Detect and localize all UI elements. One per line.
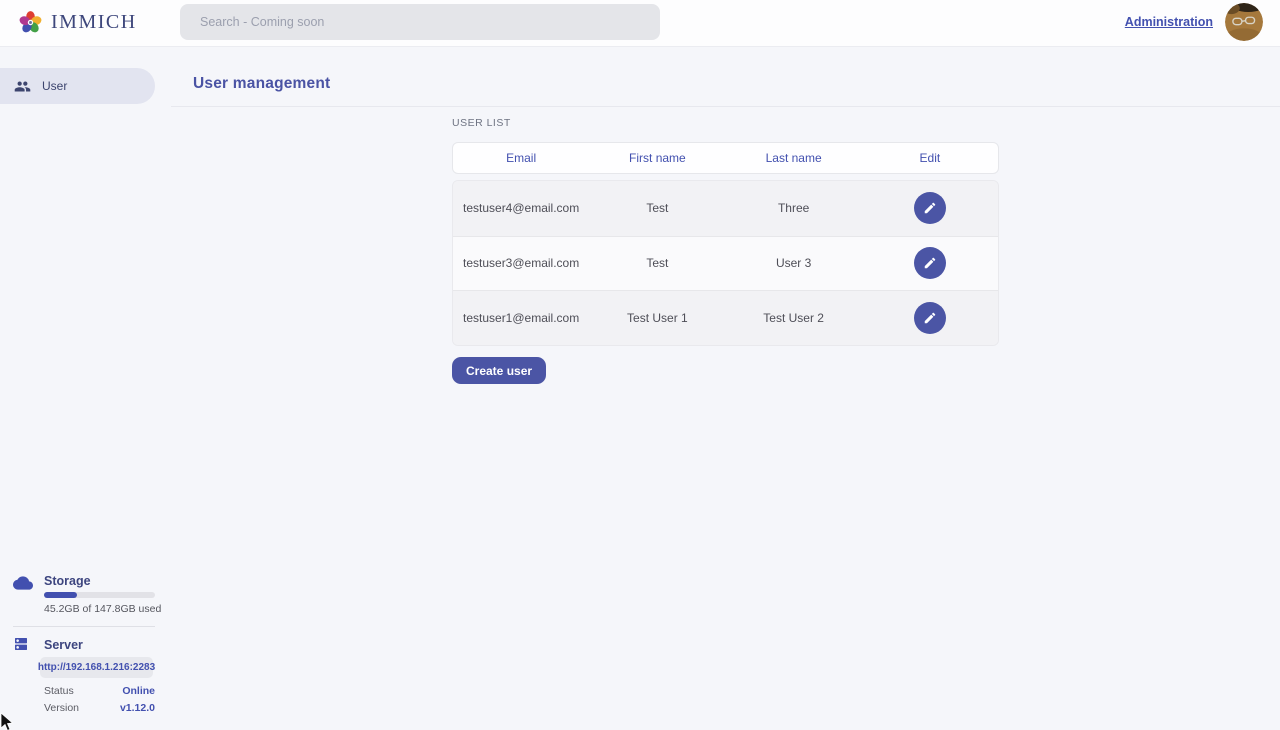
column-header-first-name: First name xyxy=(589,143,725,173)
immich-wordmark: IMMICH xyxy=(51,11,137,34)
edit-user-button[interactable] xyxy=(914,192,946,224)
cloud-icon xyxy=(13,573,33,598)
server-version-row: Version v1.12.0 xyxy=(44,702,155,714)
immich-admin-screen: IMMICH Administration xyxy=(0,0,1280,730)
server-url-badge: http://192.168.1.216:2283 xyxy=(40,657,153,678)
cell-last-name: Three xyxy=(726,201,862,215)
storage-title: Storage xyxy=(44,574,91,588)
cell-last-name: User 3 xyxy=(726,256,862,270)
sidebar-item-user-label: User xyxy=(42,79,67,93)
cell-last-name: Test User 2 xyxy=(726,311,862,325)
cell-email: testuser3@email.com xyxy=(453,256,589,270)
cell-first-name: Test xyxy=(589,201,725,215)
user-table-body: testuser4@email.com Test Three testuser3… xyxy=(452,180,999,346)
users-group-icon xyxy=(14,78,31,95)
top-navbar: IMMICH Administration xyxy=(0,0,1280,47)
column-header-email: Email xyxy=(453,143,589,173)
column-header-last-name: Last name xyxy=(726,143,862,173)
table-row: testuser1@email.com Test User 1 Test Use… xyxy=(453,290,998,345)
server-status-row: Status Online xyxy=(44,685,155,697)
edit-user-button[interactable] xyxy=(914,302,946,334)
cell-edit xyxy=(862,247,998,279)
user-list-label: USER LIST xyxy=(452,117,511,129)
server-icon xyxy=(13,636,29,657)
create-user-button[interactable]: Create user xyxy=(452,357,546,384)
server-title: Server xyxy=(44,638,83,652)
edit-user-button[interactable] xyxy=(914,247,946,279)
table-row: testuser4@email.com Test Three xyxy=(453,181,998,236)
immich-logo[interactable]: IMMICH xyxy=(18,10,137,35)
server-version-label: Version xyxy=(44,702,79,714)
cell-email: testuser4@email.com xyxy=(453,201,589,215)
administration-link[interactable]: Administration xyxy=(1125,15,1213,29)
storage-usage-text: 45.2GB of 147.8GB used xyxy=(44,603,161,615)
pencil-icon xyxy=(923,311,937,325)
user-table-header: Email First name Last name Edit xyxy=(452,142,999,174)
cell-first-name: Test User 1 xyxy=(589,311,725,325)
server-status-value: Online xyxy=(122,685,155,697)
mouse-cursor xyxy=(0,713,16,730)
server-version-value: v1.12.0 xyxy=(120,702,155,714)
column-header-edit: Edit xyxy=(862,143,998,173)
server-status-label: Status xyxy=(44,685,74,697)
immich-flower-icon xyxy=(18,10,43,35)
sidebar-item-user[interactable]: User xyxy=(0,68,155,104)
sidebar-divider xyxy=(13,626,155,627)
pencil-icon xyxy=(923,201,937,215)
storage-progress-bar xyxy=(44,592,155,598)
table-row: testuser3@email.com Test User 3 xyxy=(453,236,998,291)
page-title: User management xyxy=(193,75,330,93)
cell-email: testuser1@email.com xyxy=(453,311,589,325)
pencil-icon xyxy=(923,256,937,270)
cell-edit xyxy=(862,192,998,224)
storage-progress-fill xyxy=(44,592,77,598)
user-avatar[interactable] xyxy=(1225,3,1263,41)
search-input[interactable] xyxy=(180,4,660,40)
cell-first-name: Test xyxy=(589,256,725,270)
cell-edit xyxy=(862,302,998,334)
header-divider xyxy=(171,106,1280,107)
